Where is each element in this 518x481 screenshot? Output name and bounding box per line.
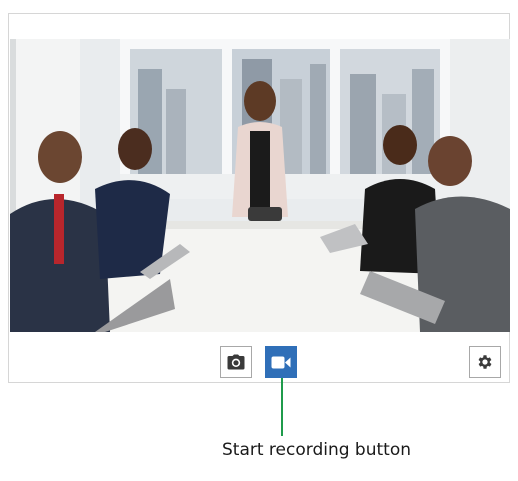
settings-button[interactable] bbox=[469, 346, 501, 378]
gear-icon bbox=[478, 355, 492, 369]
callout-line bbox=[281, 378, 283, 436]
camera-widget bbox=[8, 13, 510, 383]
snapshot-button[interactable] bbox=[220, 346, 252, 378]
meeting-room-photo bbox=[10, 39, 510, 332]
camera-icon bbox=[227, 354, 245, 370]
start-recording-button[interactable] bbox=[265, 346, 297, 378]
video-preview bbox=[10, 39, 510, 332]
camera-controls bbox=[9, 332, 509, 383]
callout-label: Start recording button bbox=[222, 440, 412, 460]
video-camera-icon bbox=[271, 356, 291, 368]
